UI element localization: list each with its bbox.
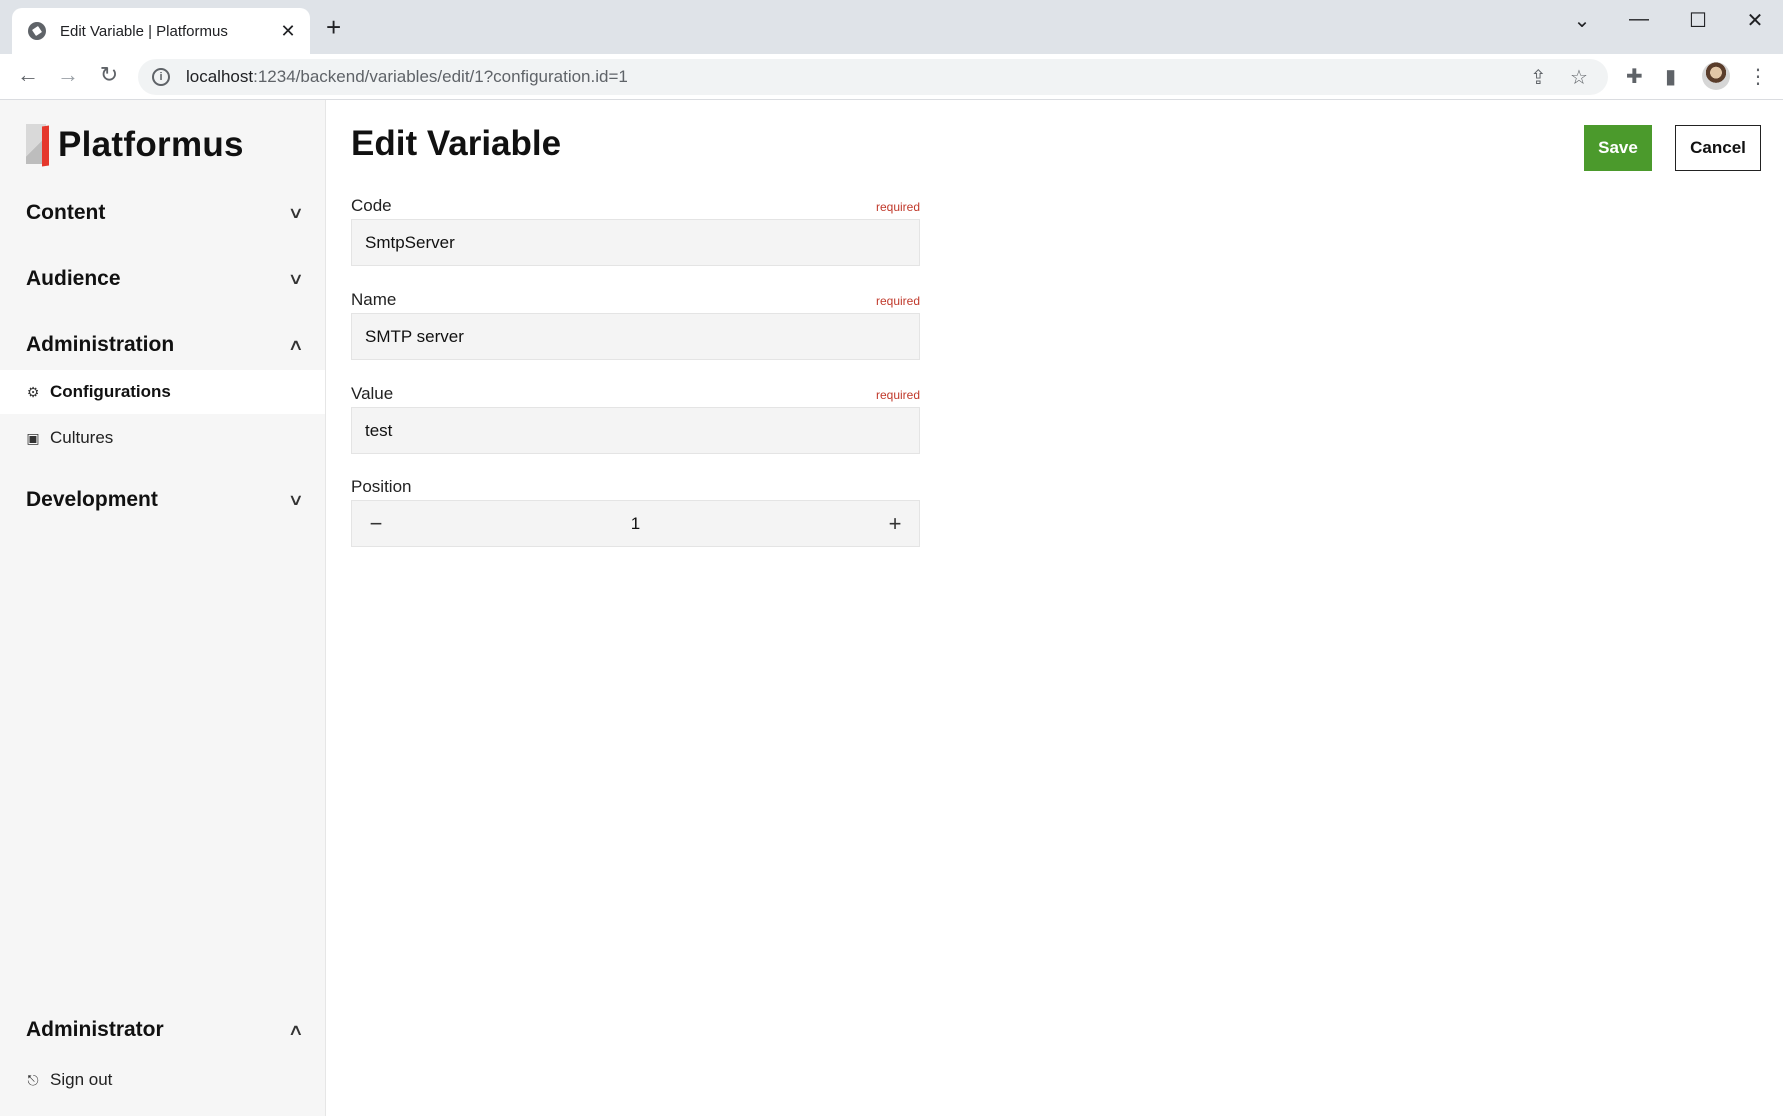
chevron-down-icon: ∨ [287, 492, 305, 509]
browser-tab-strip: Edit Variable | Platformus ✕ + ⌄ — ☐ ✕ [0, 0, 1783, 54]
save-button[interactable]: Save [1584, 125, 1652, 171]
minimize-button[interactable]: — [1624, 8, 1654, 31]
site-info-icon[interactable]: i [152, 68, 170, 86]
logo[interactable]: Platformus [24, 124, 244, 166]
code-input[interactable] [351, 219, 920, 266]
code-label: Code [351, 196, 392, 215]
address-bar-row: ← → ↻ i localhost:1234/backend/variables… [0, 54, 1783, 100]
sidebar: Platformus Content ∨ Audience ∨ Administ… [0, 100, 326, 1116]
chevron-up-icon: ∧ [287, 1022, 305, 1039]
close-window-button[interactable]: ✕ [1740, 8, 1770, 33]
new-tab-button[interactable]: + [326, 14, 341, 40]
url-bar[interactable]: i localhost:1234/backend/variables/edit/… [138, 59, 1608, 95]
reload-icon[interactable]: ↻ [94, 62, 124, 88]
close-tab-icon[interactable]: ✕ [278, 21, 298, 42]
culture-icon: ▣ [26, 429, 40, 446]
platformus-logo-icon [24, 124, 50, 166]
required-marker: required [875, 294, 920, 308]
url-path: :1234/backend/variables/edit/1?configura… [253, 67, 628, 86]
value-label: Value [351, 384, 394, 403]
main-content: Edit Variable Save Cancel Code required … [326, 100, 1783, 1116]
nav-group-label: Administration [26, 333, 175, 356]
name-input[interactable] [351, 313, 920, 360]
bookmark-star-icon[interactable]: ☆ [1570, 65, 1588, 90]
tab-search-icon[interactable]: ⌄ [1567, 8, 1597, 33]
extensions-icon[interactable]: ✚ [1626, 64, 1643, 89]
brand-name: Platformus [58, 125, 244, 164]
tab-title: Edit Variable | Platformus [60, 22, 228, 40]
sidebar-item-label: Sign out [50, 1070, 113, 1089]
value-input[interactable] [351, 407, 920, 454]
nav-group-content[interactable]: Content ∨ [26, 201, 305, 225]
code-field: Code required [351, 196, 920, 266]
maximize-button[interactable]: ☐ [1683, 8, 1713, 33]
side-panel-icon[interactable]: ▮ [1665, 64, 1676, 89]
decrement-button[interactable]: − [364, 511, 388, 537]
nav-group-label: Content [26, 201, 106, 224]
forward-icon[interactable]: → [53, 62, 83, 88]
nav-group-administrator[interactable]: Administrator ∧ [26, 1018, 305, 1042]
position-stepper: − 1 + [351, 500, 920, 547]
browser-tab[interactable]: Edit Variable | Platformus ✕ [12, 8, 310, 54]
page-title: Edit Variable [351, 124, 562, 163]
position-label: Position [351, 477, 412, 496]
chevron-up-icon: ∧ [287, 337, 305, 354]
sign-out-icon: ⎋ [27, 1071, 39, 1088]
nav-group-label: Administrator [26, 1018, 164, 1041]
share-icon[interactable]: ⇪ [1530, 65, 1547, 90]
sidebar-item-label: Cultures [50, 428, 114, 447]
url-text[interactable]: localhost:1234/backend/variables/edit/1?… [186, 67, 628, 87]
url-host: localhost [186, 67, 254, 86]
globe-icon [28, 22, 46, 40]
gear-icon: ⚙ [26, 383, 40, 400]
nav-group-label: Audience [26, 267, 121, 290]
profile-avatar[interactable] [1702, 62, 1730, 90]
chevron-down-icon: ∨ [287, 271, 305, 288]
nav-group-development[interactable]: Development ∨ [26, 488, 305, 512]
menu-icon[interactable]: ⋮ [1748, 64, 1768, 89]
position-field: Position − 1 + [351, 477, 920, 547]
sidebar-item-configurations[interactable]: ⚙ Configurations [0, 370, 325, 414]
required-marker: required [875, 388, 920, 402]
back-icon[interactable]: ← [13, 62, 43, 88]
required-marker: required [875, 200, 920, 214]
value-field: Value required [351, 384, 920, 454]
increment-button[interactable]: + [883, 511, 907, 537]
nav-group-audience[interactable]: Audience ∨ [26, 267, 305, 291]
position-value[interactable]: 1 [631, 514, 640, 534]
cancel-button[interactable]: Cancel [1675, 125, 1761, 171]
name-field: Name required [351, 290, 920, 360]
sidebar-item-sign-out[interactable]: ⎋ Sign out [0, 1058, 325, 1102]
sidebar-item-label: Configurations [50, 382, 171, 401]
chevron-down-icon: ∨ [287, 205, 305, 222]
sidebar-item-cultures[interactable]: ▣ Cultures [0, 416, 325, 460]
nav-group-administration[interactable]: Administration ∧ [26, 333, 305, 357]
name-label: Name [351, 290, 397, 309]
nav-group-label: Development [26, 488, 158, 511]
